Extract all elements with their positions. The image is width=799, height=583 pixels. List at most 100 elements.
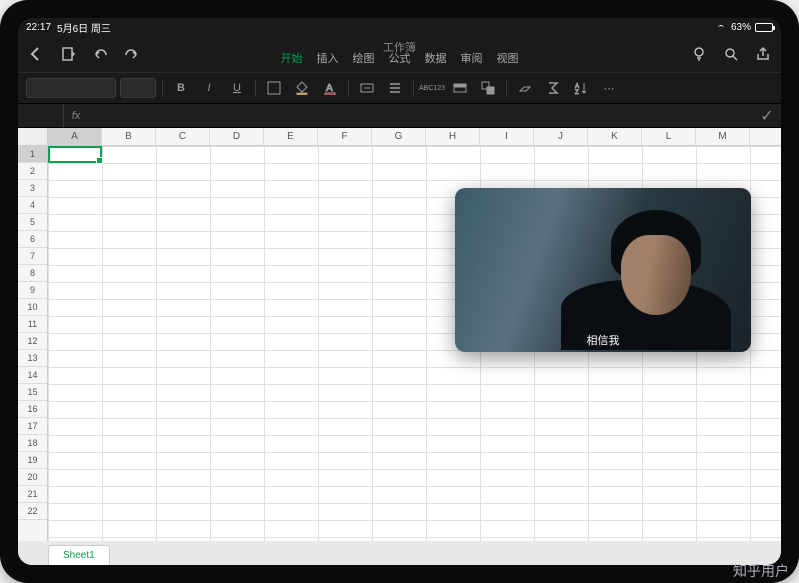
sheet-tab[interactable]: Sheet1 (48, 545, 110, 565)
cell-style-button[interactable] (448, 78, 472, 98)
active-cell-selection[interactable] (48, 146, 102, 163)
clear-button[interactable] (513, 78, 537, 98)
column-headers: A B C D E F G H I J K L M (18, 128, 781, 146)
tab-home[interactable]: 开始 (281, 50, 303, 66)
clock: 22:17 (26, 22, 51, 33)
svg-text:A: A (326, 83, 333, 94)
formatting-toolbar: B I U A ABC123 AZ ⋯ (18, 72, 781, 104)
font-color-button[interactable]: A (318, 78, 342, 98)
svg-text:Z: Z (575, 90, 579, 95)
col-header[interactable]: I (480, 128, 534, 145)
border-button[interactable] (262, 78, 286, 98)
tab-data[interactable]: 数据 (425, 50, 447, 66)
fill-color-button[interactable] (290, 78, 314, 98)
col-header[interactable]: L (642, 128, 696, 145)
underline-button[interactable]: U (225, 78, 249, 98)
ribbon-tabs: 开始 插入 绘图 公式 数据 审阅 视图 (281, 50, 519, 66)
col-header[interactable]: D (210, 128, 264, 145)
row-header[interactable]: 6 (18, 231, 47, 248)
date: 5月6日 周三 (57, 20, 111, 35)
col-header[interactable]: A (48, 128, 102, 145)
separator (255, 80, 256, 96)
row-header[interactable]: 5 (18, 214, 47, 231)
topbar-left (28, 46, 140, 62)
ipad-frame: 22:17 5月6日 周三 63% 工作簿 开始 插入 绘图 公式 数据 审阅 … (0, 0, 799, 583)
row-header[interactable]: 21 (18, 486, 47, 503)
col-header[interactable]: B (102, 128, 156, 145)
separator (413, 80, 414, 96)
autosum-button[interactable] (541, 78, 565, 98)
watermark: 知乎用户 (733, 561, 789, 581)
insert-cell-button[interactable] (476, 78, 500, 98)
name-box[interactable] (18, 104, 64, 127)
topbar-right (691, 46, 771, 62)
fx-icon: fx (64, 104, 88, 127)
col-header[interactable]: M (696, 128, 750, 145)
row-header[interactable]: 1 (18, 146, 47, 163)
row-header[interactable]: 20 (18, 469, 47, 486)
col-header[interactable]: J (534, 128, 588, 145)
row-header[interactable]: 22 (18, 503, 47, 520)
undo-icon[interactable] (92, 46, 108, 62)
row-headers: 1 2 3 4 5 6 7 8 9 10 11 12 13 14 15 16 1… (18, 146, 48, 541)
col-header[interactable]: K (588, 128, 642, 145)
search-icon[interactable] (723, 46, 739, 62)
merge-button[interactable] (355, 78, 379, 98)
status-bar: 22:17 5月6日 周三 63% (18, 18, 781, 36)
separator (348, 80, 349, 96)
row-header[interactable]: 10 (18, 299, 47, 316)
row-header[interactable]: 9 (18, 282, 47, 299)
bold-button[interactable]: B (169, 78, 193, 98)
italic-button[interactable]: I (197, 78, 221, 98)
formula-confirm-icon[interactable]: ✓ (753, 104, 781, 127)
col-header[interactable]: C (156, 128, 210, 145)
video-content (571, 210, 711, 330)
row-header[interactable]: 4 (18, 197, 47, 214)
row-header[interactable]: 11 (18, 316, 47, 333)
lightbulb-icon[interactable] (691, 46, 707, 62)
sort-filter-button[interactable]: AZ (569, 78, 593, 98)
app-topbar: 工作簿 开始 插入 绘图 公式 数据 审阅 视图 (18, 36, 781, 72)
new-file-icon[interactable] (60, 46, 76, 62)
picture-in-picture-overlay[interactable]: 相信我 (455, 188, 751, 352)
separator (506, 80, 507, 96)
tab-review[interactable]: 审阅 (461, 50, 483, 66)
tab-insert[interactable]: 插入 (317, 50, 339, 66)
row-header[interactable]: 14 (18, 367, 47, 384)
row-header[interactable]: 2 (18, 163, 47, 180)
row-header[interactable]: 3 (18, 180, 47, 197)
row-header[interactable]: 13 (18, 350, 47, 367)
row-header[interactable]: 8 (18, 265, 47, 282)
separator (162, 80, 163, 96)
row-header[interactable]: 12 (18, 333, 47, 350)
row-header[interactable]: 16 (18, 401, 47, 418)
formula-bar: fx ✓ (18, 104, 781, 128)
col-header[interactable]: E (264, 128, 318, 145)
back-icon[interactable] (28, 46, 44, 62)
row-header[interactable]: 19 (18, 452, 47, 469)
col-header[interactable]: H (426, 128, 480, 145)
tab-draw[interactable]: 绘图 (353, 50, 375, 66)
font-selector[interactable] (26, 78, 116, 98)
align-button[interactable] (383, 78, 407, 98)
wifi-icon (715, 23, 727, 32)
formula-input[interactable] (88, 104, 753, 127)
screen: 22:17 5月6日 周三 63% 工作簿 开始 插入 绘图 公式 数据 审阅 … (18, 18, 781, 565)
share-icon[interactable] (755, 46, 771, 62)
tab-formula[interactable]: 公式 (389, 50, 411, 66)
select-all-corner[interactable] (18, 128, 48, 145)
row-header[interactable]: 7 (18, 248, 47, 265)
battery-percent: 63% (731, 22, 751, 33)
col-header[interactable]: G (372, 128, 426, 145)
more-button[interactable]: ⋯ (597, 78, 621, 98)
size-selector[interactable] (120, 78, 156, 98)
tab-view[interactable]: 视图 (497, 50, 519, 66)
video-subtitle: 相信我 (587, 332, 620, 348)
row-header[interactable]: 15 (18, 384, 47, 401)
status-right: 63% (715, 22, 773, 33)
number-format-button[interactable]: ABC123 (420, 78, 444, 98)
col-header[interactable]: F (318, 128, 372, 145)
row-header[interactable]: 18 (18, 435, 47, 452)
redo-icon[interactable] (124, 46, 140, 62)
row-header[interactable]: 17 (18, 418, 47, 435)
